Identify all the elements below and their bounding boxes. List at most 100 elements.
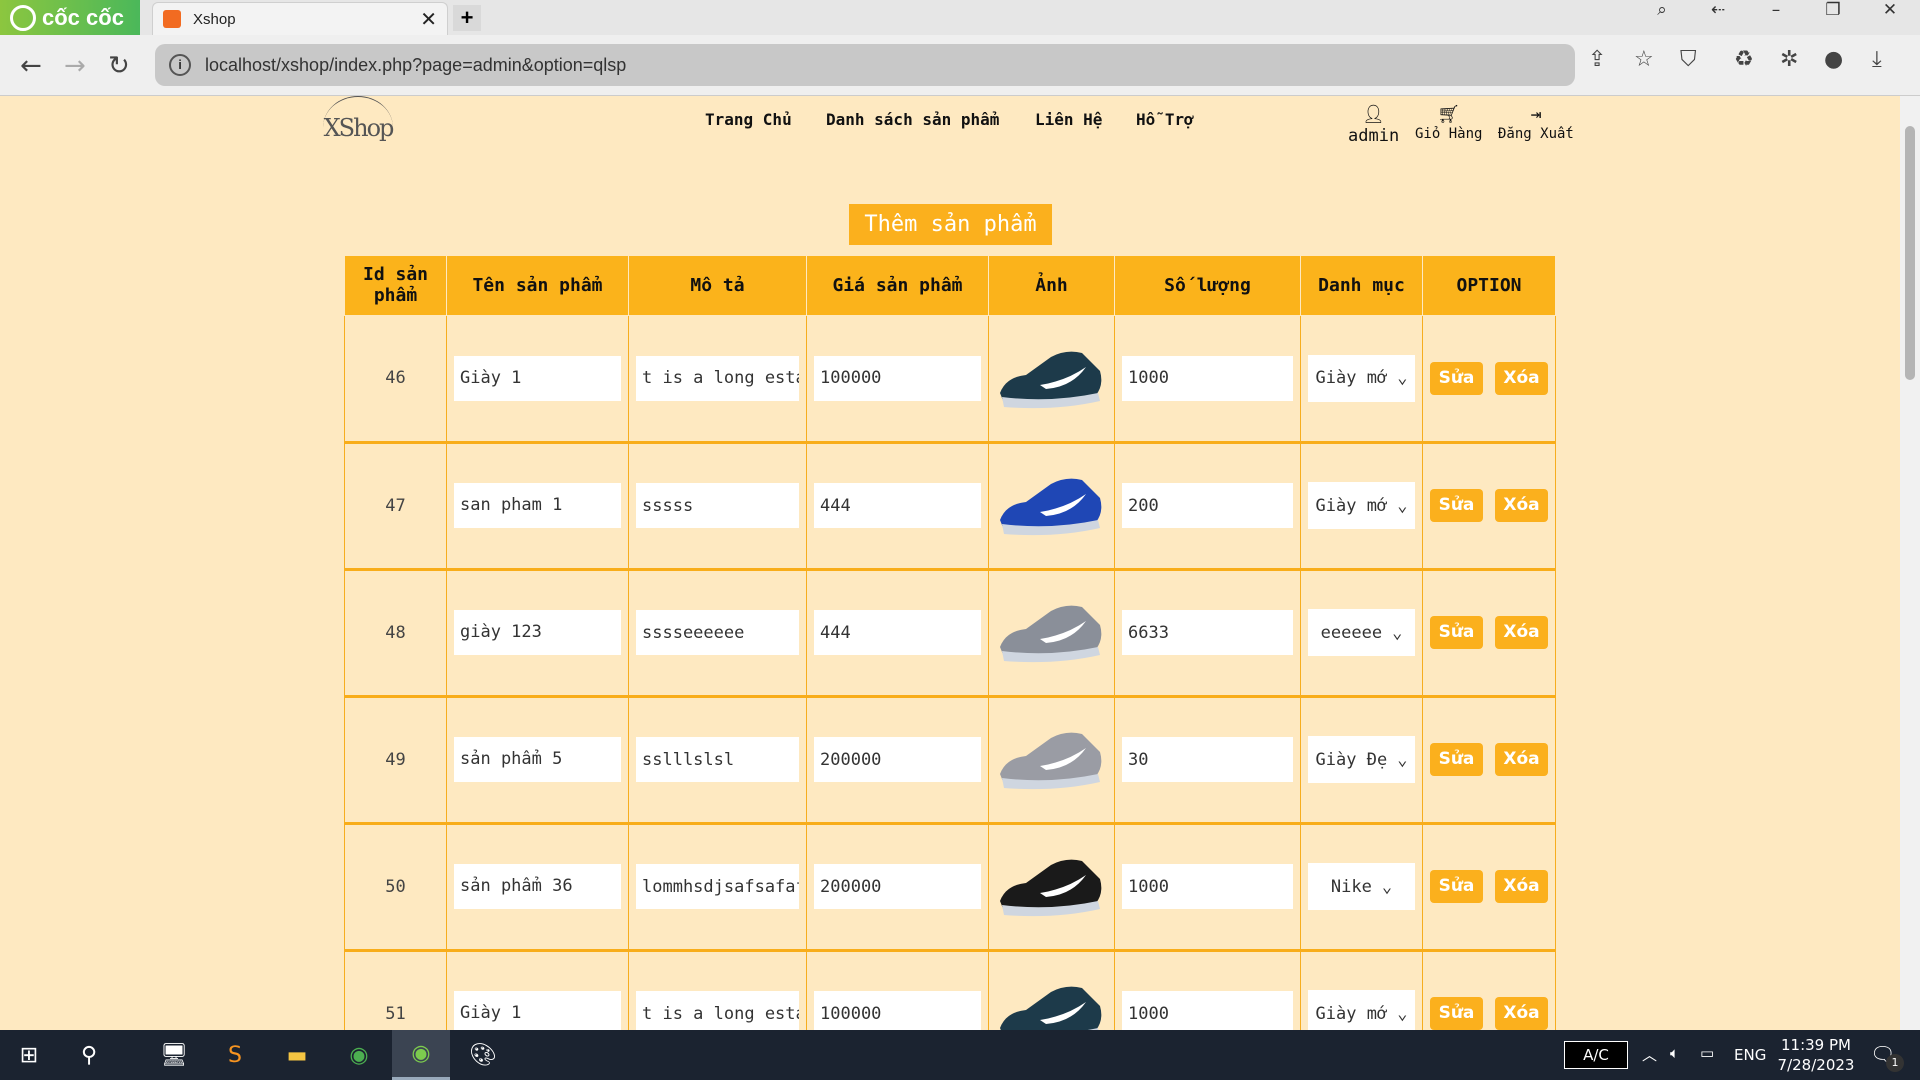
shield-icon[interactable]: ⛉ <box>1680 47 1697 72</box>
product-qty-input[interactable] <box>1122 483 1293 528</box>
search-icon[interactable]: ⚲ <box>60 1030 118 1080</box>
add-product-button[interactable]: Thêm sản phẩm <box>849 204 1052 245</box>
product-desc-input[interactable] <box>636 610 799 655</box>
info-icon[interactable]: i <box>169 54 191 76</box>
delete-button[interactable]: Xóa <box>1495 616 1548 649</box>
product-desc-input[interactable] <box>636 355 799 401</box>
share-icon[interactable]: ⇪ <box>1588 47 1606 72</box>
edit-button[interactable]: Sửa <box>1430 616 1483 649</box>
category-select[interactable]: Giày mớ ⌄ <box>1308 482 1415 529</box>
chrome-icon[interactable]: ◉ <box>330 1030 388 1080</box>
edit-button[interactable]: Sửa <box>1430 997 1483 1030</box>
new-tab-button[interactable]: + <box>453 5 481 31</box>
menu-support[interactable]: Hỗ Trợ <box>1136 110 1194 129</box>
menu-contact[interactable]: Liên Hệ <box>1035 110 1102 129</box>
reload-icon[interactable]: ↻ <box>108 51 130 81</box>
delete-button[interactable]: Xóa <box>1495 743 1548 776</box>
start-icon[interactable]: ⊞ <box>0 1030 58 1080</box>
battery-icon[interactable]: ▭ <box>1700 1044 1714 1062</box>
logout-link[interactable]: ⇥ Đăng Xuất <box>1498 104 1574 142</box>
product-qty-input[interactable] <box>1122 991 1293 1030</box>
edit-button[interactable]: Sửa <box>1430 870 1483 903</box>
tab-xshop[interactable]: Xshop ✕ <box>152 2 448 35</box>
category-select[interactable]: Giày Đẹ ⌄ <box>1308 736 1415 783</box>
notification-count: 1 <box>1886 1054 1904 1072</box>
product-price-input[interactable] <box>814 610 981 655</box>
delete-button[interactable]: Xóa <box>1495 489 1548 522</box>
product-name-input[interactable]: Giày 1 <box>454 991 621 1030</box>
extensions-icon[interactable]: ✲ <box>1780 47 1798 72</box>
product-desc-input[interactable] <box>636 737 799 782</box>
minimize-button[interactable]: – <box>1748 0 1804 35</box>
product-qty-input[interactable] <box>1122 610 1293 655</box>
product-price-input[interactable] <box>814 991 981 1030</box>
product-desc-input[interactable] <box>636 991 799 1030</box>
coccoc-icon <box>10 4 36 31</box>
site-logo[interactable]: XShop <box>323 96 394 159</box>
clock[interactable]: 11:39 PM 7/28/2023 <box>1776 1035 1856 1075</box>
category-select[interactable]: Giày mớ ⌄ <box>1308 990 1415 1030</box>
battery-ac-indicator[interactable]: A/C <box>1564 1041 1628 1069</box>
edit-button[interactable]: Sửa <box>1430 743 1483 776</box>
column-header: Số lượng <box>1114 256 1301 316</box>
edit-button[interactable]: Sửa <box>1430 361 1483 395</box>
file-explorer-icon[interactable]: ▬ <box>268 1030 326 1080</box>
menu-home[interactable]: Trang Chủ <box>705 110 792 129</box>
category-select[interactable]: Nike ⌄ <box>1308 863 1415 910</box>
category-select[interactable]: eeeeee ⌄ <box>1308 609 1415 656</box>
product-desc-input[interactable] <box>636 864 799 909</box>
menu-product-list[interactable]: Danh sách sản phẩm <box>826 110 999 129</box>
delete-button[interactable]: Xóa <box>1495 997 1548 1030</box>
language-indicator[interactable]: ENG <box>1734 1046 1766 1064</box>
page-scrollbar[interactable] <box>1900 96 1920 1030</box>
cart-icon: 🛒︎ <box>1437 104 1461 125</box>
back-icon[interactable]: ← <box>20 51 42 81</box>
favicon-icon <box>163 10 181 28</box>
address-bar[interactable]: i localhost/xshop/index.php?page=admin&op… <box>155 44 1575 86</box>
tab-title: Xshop <box>193 10 236 28</box>
forward-icon[interactable]: → <box>64 51 86 81</box>
recycle-icon[interactable]: ♻ <box>1734 47 1754 72</box>
maximize-button[interactable]: ❐ <box>1805 0 1861 35</box>
download-icon[interactable]: ⤓ <box>1872 47 1882 72</box>
product-price-input[interactable] <box>814 355 981 401</box>
computer-app-icon[interactable]: 🖥︎ <box>145 1030 203 1080</box>
paint-icon[interactable]: 🎨︎ <box>454 1030 512 1080</box>
sublime-icon[interactable]: S <box>206 1030 264 1080</box>
product-name-input[interactable]: Giày 1 <box>454 355 621 401</box>
product-name-input[interactable]: giày 123 <box>454 610 621 655</box>
close-tab-icon[interactable]: ✕ <box>420 7 437 32</box>
close-window-button[interactable]: ✕ <box>1862 0 1918 35</box>
product-qty-input[interactable] <box>1122 864 1293 909</box>
cart-link[interactable]: 🛒︎ Giỏ Hàng <box>1415 104 1482 142</box>
product-image <box>999 478 1101 536</box>
back-history-icon[interactable]: ⇠ <box>1690 0 1746 35</box>
product-id: 51 <box>344 949 447 1030</box>
table-row: 51 Giày 1 Giày mớ ⌄ Sửa Xóa <box>344 949 1556 1030</box>
product-name-input[interactable]: sản phẩm 36 <box>454 864 621 909</box>
chevron-up-icon[interactable]: ︿ <box>1642 1044 1657 1065</box>
edit-button[interactable]: Sửa <box>1430 489 1483 522</box>
profile-avatar-icon[interactable]: ● <box>1824 47 1843 72</box>
chevron-down-icon: ⌄ <box>1397 1003 1408 1024</box>
product-id: 48 <box>344 568 447 698</box>
browser-brand-logo[interactable]: cốc cốc <box>0 0 140 35</box>
user-account[interactable]: 👤︎ admin <box>1348 104 1399 146</box>
product-name-input[interactable]: sản phẩm 5 <box>454 737 621 782</box>
product-qty-input[interactable] <box>1122 737 1293 782</box>
delete-button[interactable]: Xóa <box>1495 361 1548 395</box>
chevron-down-icon: ⌄ <box>1397 368 1408 388</box>
star-icon[interactable]: ☆ <box>1634 47 1654 72</box>
delete-button[interactable]: Xóa <box>1495 870 1548 903</box>
product-price-input[interactable] <box>814 737 981 782</box>
product-desc-input[interactable] <box>636 483 799 528</box>
coccoc-taskbar-icon[interactable]: ◉ <box>392 1030 450 1080</box>
product-price-input[interactable] <box>814 864 981 909</box>
category-select[interactable]: Giày mớ ⌄ <box>1308 354 1415 402</box>
tab-search-icon[interactable]: ⌕ <box>1634 0 1690 35</box>
product-name-input[interactable]: san pham 1 <box>454 483 621 528</box>
product-price-input[interactable] <box>814 483 981 528</box>
volume-icon[interactable]: 🔈︎ <box>1670 1044 1679 1062</box>
product-qty-input[interactable] <box>1122 355 1293 401</box>
scrollbar-thumb[interactable] <box>1905 126 1915 380</box>
